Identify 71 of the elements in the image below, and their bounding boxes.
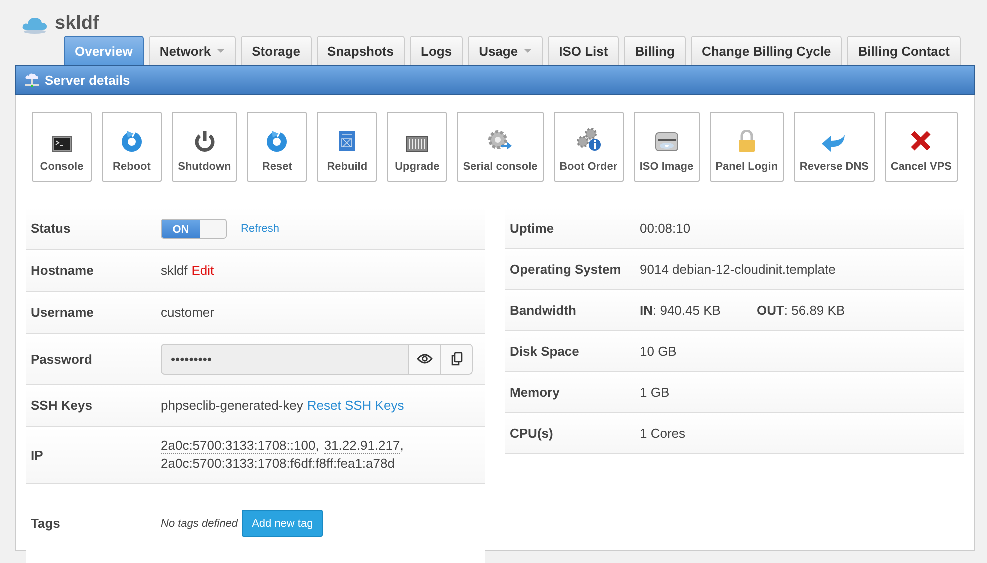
field-value: 1 GB: [640, 384, 670, 400]
tab[interactable]: Usage: [468, 36, 544, 65]
field-value: customer: [161, 305, 214, 320]
field-label: Memory: [510, 384, 561, 400]
ip-address: 2a0c:5700:3133:1708:f6df:f8ff:fea1:a78d: [161, 456, 395, 471]
blueprint-icon: [338, 130, 356, 152]
field-label: Status: [31, 221, 72, 236]
cross-icon: [910, 130, 932, 152]
tab[interactable]: Snapshots: [316, 36, 405, 65]
bandwidth-value: IN: 940.45 KB: [640, 302, 721, 318]
field-label: Disk Space: [510, 344, 580, 358]
eye-icon: [416, 353, 432, 365]
field-label: SSH Keys: [31, 398, 94, 413]
copy-button[interactable]: [440, 344, 472, 374]
tab[interactable]: ISO List: [548, 36, 620, 65]
field-label: Tags: [31, 516, 62, 531]
network-icon: [24, 73, 40, 87]
action-button[interactable]: Cancel VPS: [884, 112, 958, 182]
field-label: IP: [31, 448, 44, 462]
field-label: CPU(s): [510, 426, 554, 440]
action-button[interactable]: Shutdown: [172, 112, 238, 182]
terminal-icon: [52, 136, 72, 152]
action-button[interactable]: Rebuild: [317, 112, 378, 182]
tab[interactable]: Network: [148, 36, 236, 65]
action-link[interactable]: Edit: [192, 263, 214, 278]
tab[interactable]: Billing: [624, 36, 686, 65]
action-button[interactable]: Upgrade: [387, 112, 448, 182]
action-button[interactable]: Reboot: [102, 112, 162, 182]
bandwidth-value: OUT: 56.89 KB: [756, 302, 846, 318]
field-label: Password: [31, 352, 94, 366]
refresh-icon: [121, 130, 143, 152]
action-button[interactable]: Serial console: [457, 112, 544, 182]
disc-drive-icon: [654, 132, 679, 152]
server-title: skldf: [55, 13, 100, 35]
action-button[interactable]: Reset: [247, 112, 308, 182]
field-label: Uptime: [510, 220, 556, 236]
ip-address: 2a0c:5700:3133:1708::100: [161, 438, 316, 454]
refresh-icon: [266, 130, 288, 152]
back-arrow-icon: [822, 134, 846, 152]
field-label: Bandwidth: [510, 302, 578, 318]
separator: ,: [400, 438, 404, 453]
empty-tags-text: No tags defined: [161, 518, 238, 530]
field-value: 10 GB: [640, 344, 677, 358]
gears-icon: [576, 128, 602, 152]
show-password-button[interactable]: [408, 344, 440, 374]
power-icon: [194, 130, 216, 152]
equalizer-icon: [406, 136, 428, 152]
field-label: Operating System: [510, 262, 622, 276]
field-label: Hostname: [31, 263, 95, 278]
action-button[interactable]: Reverse DNS: [794, 112, 875, 182]
gear-icon: [488, 130, 512, 152]
copy-icon: [450, 352, 462, 366]
separator: ,: [316, 438, 320, 453]
action-button[interactable]: Boot Order: [554, 112, 624, 182]
field-value: phpseclib-generated-key: [161, 398, 304, 413]
tab[interactable]: Billing Contact: [847, 36, 961, 65]
field-value: 9014 debian-12-cloudinit.template: [640, 262, 836, 276]
password-field[interactable]: •••••••••: [161, 344, 473, 374]
tab[interactable]: Change Billing Cycle: [690, 36, 842, 65]
padlock-icon: [738, 130, 756, 152]
field-value: 00:08:10: [640, 220, 691, 236]
field-value: 1 Cores: [640, 426, 686, 440]
field-value: skldf: [161, 263, 188, 278]
panel-title: Server details: [45, 72, 130, 88]
action-button[interactable]: Console: [32, 112, 92, 182]
action-button[interactable]: ISO Image: [634, 112, 700, 182]
tab[interactable]: Logs: [410, 36, 464, 65]
field-label: Username: [31, 305, 95, 320]
ip-address: 31.22.91.217: [324, 438, 400, 454]
tab[interactable]: Storage: [241, 36, 312, 65]
action-button[interactable]: Panel Login: [710, 112, 784, 182]
